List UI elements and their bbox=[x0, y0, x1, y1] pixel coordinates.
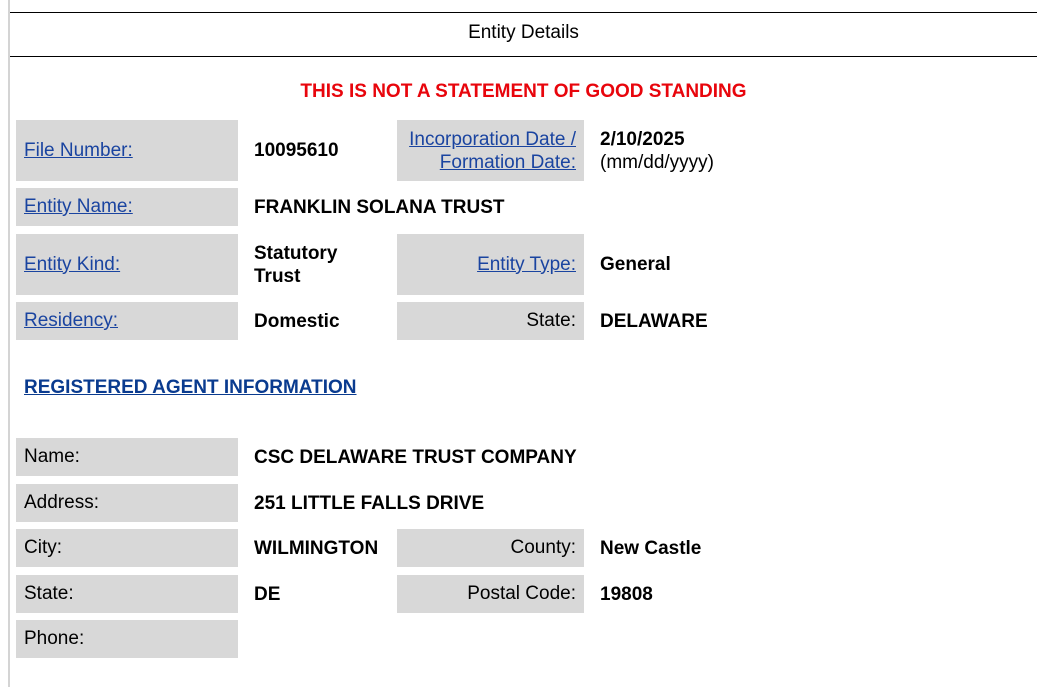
agent-county-label: County: bbox=[397, 529, 584, 567]
incorporation-date-link[interactable]: Incorporation Date / Formation Date: bbox=[409, 128, 576, 174]
agent-name-label: Name: bbox=[16, 438, 238, 476]
agent-address-value: 251 LITTLE FALLS DRIVE bbox=[254, 492, 485, 514]
entity-type-link[interactable]: Entity Type: bbox=[477, 254, 576, 276]
file-number-label-cell: File Number: bbox=[16, 120, 238, 181]
entity-name-value: FRANKLIN SOLANA TRUST bbox=[254, 196, 505, 218]
entity-kind-line2: Trust bbox=[254, 265, 301, 287]
incorporation-label-line1: Incorporation Date / bbox=[409, 128, 576, 150]
incorporation-label-line2: Formation Date: bbox=[439, 151, 576, 173]
header-bottom-rule bbox=[10, 56, 1037, 57]
entity-name-label-cell: Entity Name: bbox=[16, 188, 238, 226]
entity-kind-value: Statutory Trust bbox=[254, 234, 394, 295]
incorporation-date: 2/10/2025 bbox=[600, 128, 685, 150]
state-value: DELAWARE bbox=[600, 310, 708, 332]
file-number-value: 10095610 bbox=[254, 140, 339, 161]
agent-postal-label: Postal Code: bbox=[397, 575, 584, 613]
page-left-border bbox=[8, 0, 10, 687]
incorporation-date-value: 2/10/2025 (mm/dd/yyyy) bbox=[600, 120, 900, 181]
agent-county-value: New Castle bbox=[600, 537, 702, 559]
agent-phone-value bbox=[254, 620, 554, 658]
registered-agent-section-link[interactable]: REGISTERED AGENT INFORMATION bbox=[24, 377, 357, 399]
file-number-link[interactable]: File Number: bbox=[24, 140, 133, 162]
agent-name-value: CSC DELAWARE TRUST COMPANY bbox=[254, 446, 577, 468]
agent-city-value: WILMINGTON bbox=[254, 537, 379, 559]
state-label: State: bbox=[397, 302, 584, 340]
agent-state-label: State: bbox=[16, 575, 238, 613]
agent-city-label: City: bbox=[16, 529, 238, 567]
entity-kind-line1: Statutory bbox=[254, 242, 338, 264]
entity-kind-link[interactable]: Entity Kind: bbox=[24, 254, 120, 276]
date-format-hint: (mm/dd/yyyy) bbox=[600, 151, 714, 173]
agent-state-value: DE bbox=[254, 583, 281, 605]
entity-type-label-cell: Entity Type: bbox=[397, 234, 584, 295]
good-standing-warning: THIS IS NOT A STATEMENT OF GOOD STANDING bbox=[300, 81, 747, 102]
residency-label-cell: Residency: bbox=[16, 302, 238, 340]
entity-name-link[interactable]: Entity Name: bbox=[24, 196, 133, 218]
header-top-rule bbox=[10, 12, 1037, 13]
residency-value: Domestic bbox=[254, 310, 340, 332]
incorporation-date-label-cell: Incorporation Date / Formation Date: bbox=[397, 120, 584, 181]
entity-kind-label-cell: Entity Kind: bbox=[16, 234, 238, 295]
agent-phone-label: Phone: bbox=[16, 620, 238, 658]
entity-type-value: General bbox=[600, 254, 671, 275]
page-title: Entity Details bbox=[468, 22, 579, 43]
agent-postal-value: 19808 bbox=[600, 583, 653, 605]
agent-address-label: Address: bbox=[16, 484, 238, 522]
residency-link[interactable]: Residency: bbox=[24, 310, 118, 332]
